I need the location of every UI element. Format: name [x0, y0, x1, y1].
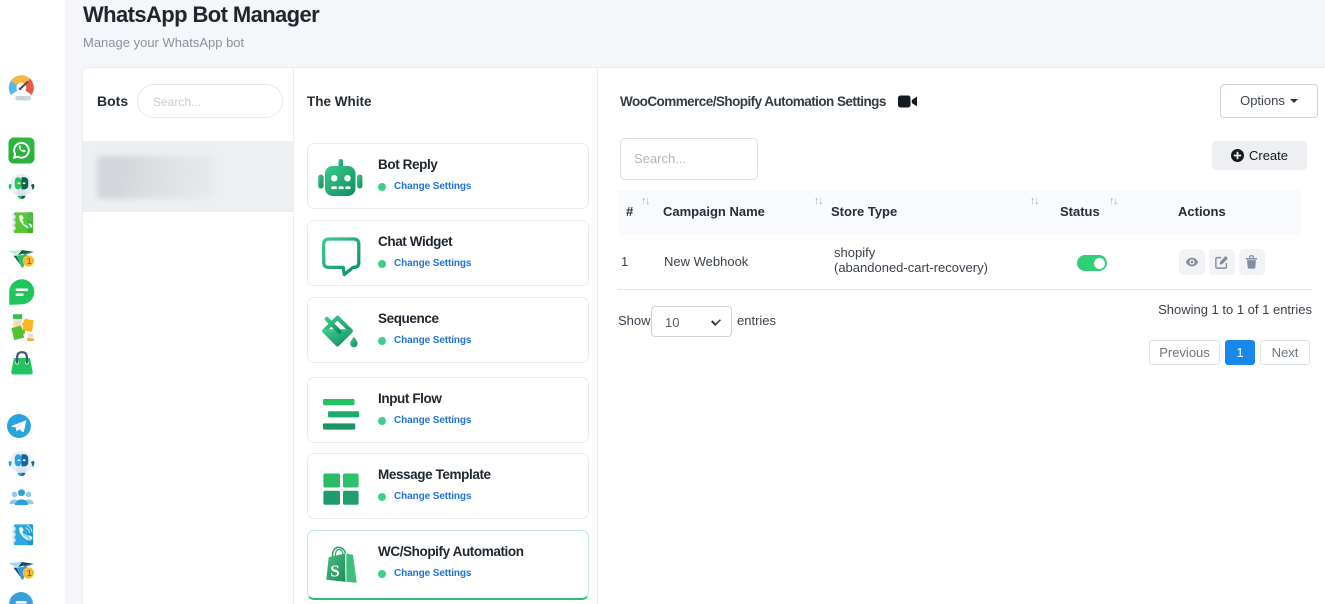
- svg-text:S: S: [330, 562, 339, 581]
- svg-text:1: 1: [27, 568, 32, 578]
- svg-text:1: 1: [27, 256, 32, 266]
